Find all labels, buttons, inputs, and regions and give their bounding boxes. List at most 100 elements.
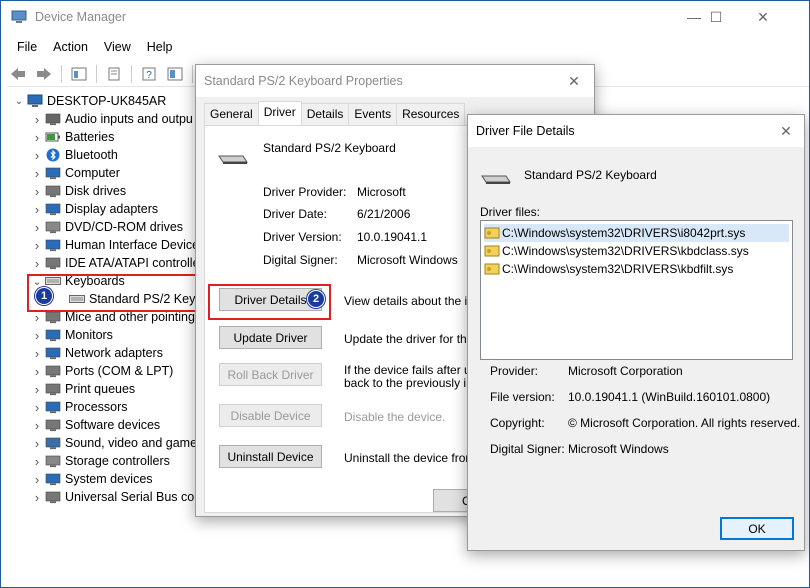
- tree-item-display-adapters[interactable]: › Display adapters: [31, 200, 158, 218]
- svg-text:?: ?: [146, 70, 152, 81]
- tree-item-storage-controllers[interactable]: › Storage controllers: [31, 452, 170, 470]
- chevron-right-icon[interactable]: ›: [31, 364, 43, 379]
- keyboard-icon: [480, 172, 512, 189]
- chevron-right-icon[interactable]: ›: [31, 382, 43, 397]
- chevron-right-icon[interactable]: ›: [31, 490, 43, 505]
- tree-item-processors[interactable]: › Processors: [31, 398, 128, 416]
- tab-details[interactable]: Details: [300, 103, 350, 125]
- certificate-icon: [484, 244, 500, 258]
- driver-file-details-dialog: Driver File Details ✕ Standard PS/2 Keyb…: [467, 114, 805, 551]
- tab-resources[interactable]: Resources: [396, 103, 466, 125]
- ok-button[interactable]: OK: [720, 517, 794, 540]
- file-row[interactable]: C:\Windows\system32\DRIVERS\kbdfilt.sys: [484, 260, 737, 278]
- sound-icon: [45, 436, 61, 450]
- tree-item-computer[interactable]: › Computer: [31, 164, 120, 182]
- tree-item-hid[interactable]: › Human Interface Device: [31, 236, 199, 254]
- tree-item-batteries[interactable]: › Batteries: [31, 128, 115, 146]
- driver-file-details-titlebar: Driver File Details ✕: [468, 115, 804, 147]
- chevron-right-icon[interactable]: ›: [31, 220, 43, 235]
- help-icon[interactable]: ?: [138, 63, 160, 85]
- device-name: Standard PS/2 Keyboard: [524, 168, 657, 182]
- system-device-icon: [45, 472, 61, 486]
- properties-grid-icon[interactable]: [68, 63, 90, 85]
- tree-item-usb[interactable]: › Universal Serial Bus cont: [31, 488, 205, 506]
- tree-item-label: Monitors: [65, 328, 113, 342]
- tab-events[interactable]: Events: [348, 103, 398, 125]
- chevron-right-icon[interactable]: ›: [31, 148, 43, 163]
- chevron-down-icon[interactable]: ⌄: [13, 96, 25, 107]
- disk-drive-icon: [45, 184, 61, 198]
- driver-files-list[interactable]: C:\Windows\system32\DRIVERS\i8042prt.sys…: [480, 220, 793, 360]
- tree-item-label: Disk drives: [65, 184, 127, 198]
- tree-item-ports[interactable]: › Ports (COM & LPT): [31, 362, 174, 380]
- tree-item-disk-drives[interactable]: › Disk drives: [31, 182, 126, 200]
- menu-view[interactable]: View: [96, 37, 139, 57]
- properties-close-button[interactable]: ✕: [556, 65, 592, 97]
- tree-item-label: Ports (COM & LPT): [65, 364, 174, 378]
- menu-action[interactable]: Action: [45, 37, 96, 57]
- tab-driver[interactable]: Driver: [257, 101, 302, 125]
- tree-item-bluetooth[interactable]: › Bluetooth: [31, 146, 118, 164]
- tree-item-label: Software devices: [65, 418, 161, 432]
- chevron-right-icon[interactable]: ›: [31, 238, 43, 253]
- file-path: C:\Windows\system32\DRIVERS\kbdclass.sys: [502, 244, 749, 258]
- file-row[interactable]: C:\Windows\system32\DRIVERS\kbdclass.sys: [484, 242, 753, 260]
- maximize-button[interactable]: ☐: [693, 1, 739, 33]
- tree-item-audio[interactable]: › Audio inputs and outpu: [31, 110, 193, 128]
- menu-file[interactable]: File: [9, 37, 45, 57]
- chevron-right-icon[interactable]: ›: [31, 472, 43, 487]
- printer-icon: [45, 382, 61, 396]
- toolbar-separator: [192, 64, 193, 83]
- disable-device-button[interactable]: Disable Device: [219, 404, 322, 427]
- back-arrow-icon[interactable]: [7, 63, 29, 85]
- roll-back-description-line1: If the device fails after upd: [344, 363, 485, 377]
- properties-sheet-icon[interactable]: [164, 63, 186, 85]
- file-path: C:\Windows\system32\DRIVERS\kbdfilt.sys: [502, 262, 734, 276]
- tree-item-network-adapters[interactable]: › Network adapters: [31, 344, 163, 362]
- toolbar-separator: [61, 64, 62, 83]
- tree-item-dvd[interactable]: › DVD/CD-ROM drives: [31, 218, 183, 236]
- roll-back-driver-button[interactable]: Roll Back Driver: [219, 363, 322, 386]
- file-row[interactable]: C:\Windows\system32\DRIVERS\i8042prt.sys: [484, 224, 789, 242]
- chevron-right-icon[interactable]: ›: [31, 256, 43, 271]
- tree-item-sound[interactable]: › Sound, video and game: [31, 434, 197, 452]
- tree-item-label: Print queues: [65, 382, 136, 396]
- chevron-right-icon[interactable]: ›: [31, 112, 43, 127]
- chevron-right-icon[interactable]: ›: [31, 130, 43, 145]
- tree-item-label: Computer: [65, 166, 120, 180]
- menu-help[interactable]: Help: [139, 37, 181, 57]
- copyright-value: © Microsoft Corporation. All rights rese…: [568, 416, 801, 430]
- tree-item-system-devices[interactable]: › System devices: [31, 470, 153, 488]
- uninstall-device-button[interactable]: Uninstall Device: [219, 445, 322, 468]
- close-window-button[interactable]: ✕: [740, 1, 786, 33]
- step-2-badge: 2: [307, 290, 325, 308]
- tree-item-monitors[interactable]: › Monitors: [31, 326, 113, 344]
- tab-general[interactable]: General: [204, 103, 259, 125]
- driver-version-label: Driver Version:: [263, 230, 342, 244]
- update-driver-button[interactable]: Update Driver: [219, 326, 322, 349]
- document-icon[interactable]: [103, 63, 125, 85]
- properties-title: Standard PS/2 Keyboard Properties: [204, 74, 403, 88]
- chevron-right-icon[interactable]: ›: [31, 202, 43, 217]
- chevron-right-icon[interactable]: ›: [31, 346, 43, 361]
- chevron-right-icon[interactable]: ›: [31, 184, 43, 199]
- digital-signer-label: Digital Signer:: [490, 442, 565, 456]
- file-version-label: File version:: [490, 390, 555, 404]
- tree-item-ide[interactable]: › IDE ATA/ATAPI controlle: [31, 254, 200, 272]
- tree-root[interactable]: ⌄ DESKTOP-UK845AR: [13, 92, 166, 110]
- tree-item-print-queues[interactable]: › Print queues: [31, 380, 135, 398]
- driver-file-details-title: Driver File Details: [476, 124, 575, 138]
- tree-item-software-devices[interactable]: › Software devices: [31, 416, 160, 434]
- driver-version-value: 10.0.19041.1: [357, 230, 428, 244]
- chevron-right-icon[interactable]: ›: [31, 166, 43, 181]
- chevron-right-icon[interactable]: ›: [31, 400, 43, 415]
- chevron-right-icon[interactable]: ›: [31, 418, 43, 433]
- chevron-right-icon[interactable]: ›: [31, 328, 43, 343]
- tree-item-label: Bluetooth: [65, 148, 118, 162]
- chevron-right-icon[interactable]: ›: [31, 436, 43, 451]
- forward-arrow-icon[interactable]: [33, 63, 55, 85]
- driver-file-details-close-button[interactable]: ✕: [768, 115, 804, 147]
- tree-item-label: Display adapters: [65, 202, 159, 216]
- monitor-icon: [45, 328, 61, 342]
- chevron-right-icon[interactable]: ›: [31, 454, 43, 469]
